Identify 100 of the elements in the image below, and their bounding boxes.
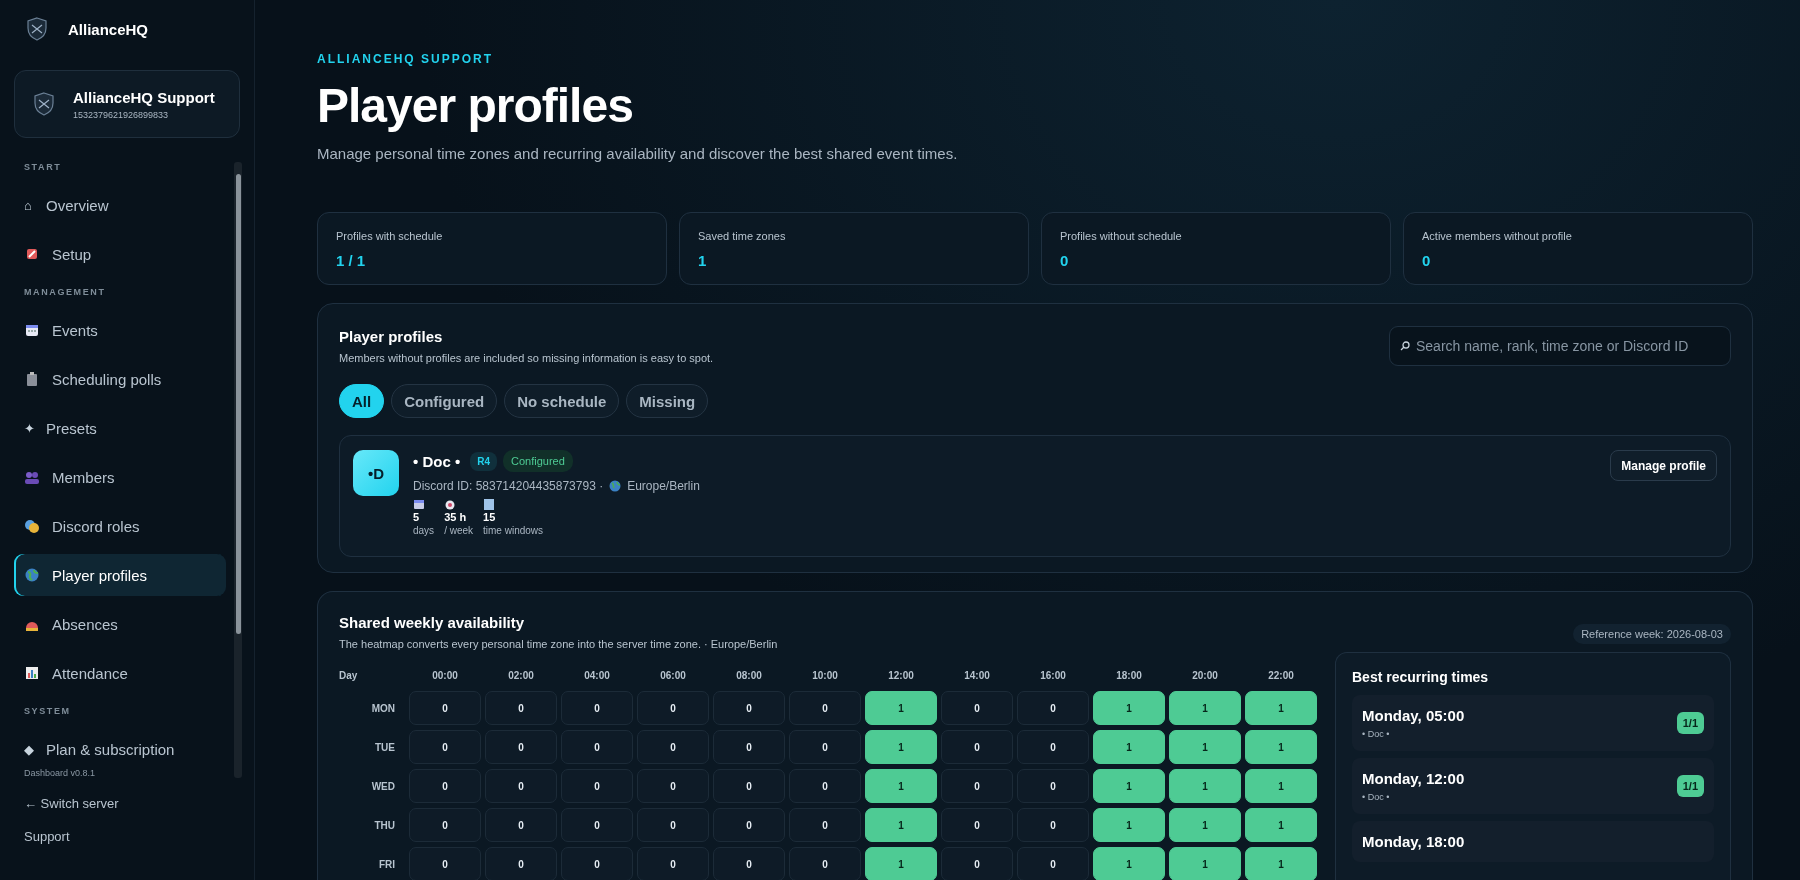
heatmap-cell[interactable]: 0 bbox=[637, 691, 709, 725]
heatmap-cell[interactable]: 1 bbox=[865, 808, 937, 842]
globe-icon bbox=[609, 480, 622, 492]
heatmap-cell[interactable]: 1 bbox=[1245, 808, 1317, 842]
heatmap-cell[interactable]: 0 bbox=[1017, 769, 1089, 803]
heatmap-cell[interactable]: 0 bbox=[637, 769, 709, 803]
nav-item[interactable]: ◆ Plan & subscription bbox=[14, 728, 226, 770]
nav-item[interactable]: ⌂ Overview bbox=[14, 184, 226, 226]
heatmap-cell[interactable]: 1 bbox=[1169, 847, 1241, 880]
heatmap-cell[interactable]: 1 bbox=[1093, 730, 1165, 764]
heatmap-cell[interactable]: 0 bbox=[789, 730, 861, 764]
heatmap-cell[interactable]: 0 bbox=[561, 808, 633, 842]
heatmap-cell[interactable]: 0 bbox=[485, 769, 557, 803]
heatmap-cell[interactable]: 1 bbox=[865, 847, 937, 880]
column-header: 12:00 bbox=[887, 670, 915, 683]
heatmap-cell[interactable]: 0 bbox=[941, 691, 1013, 725]
heatmap-cell[interactable]: 0 bbox=[713, 847, 785, 880]
nav-item[interactable]: Player profiles bbox=[14, 554, 226, 596]
stat-icon bbox=[483, 498, 496, 510]
nav-item[interactable]: Setup bbox=[14, 233, 226, 275]
sidebar-link[interactable]: Support bbox=[14, 829, 242, 844]
heatmap-cell[interactable]: 0 bbox=[789, 769, 861, 803]
nav-item[interactable]: Scheduling polls bbox=[14, 358, 226, 400]
heatmap-cell[interactable]: 0 bbox=[941, 847, 1013, 880]
section-label: START bbox=[24, 162, 63, 172]
heatmap-cell[interactable]: 0 bbox=[561, 847, 633, 880]
heatmap-cell[interactable]: 0 bbox=[1017, 808, 1089, 842]
heatmap-cell[interactable]: 0 bbox=[789, 847, 861, 880]
heatmap-cell[interactable]: 0 bbox=[485, 730, 557, 764]
stat-value: 35 h bbox=[444, 511, 467, 523]
heatmap-cell[interactable]: 1 bbox=[1245, 769, 1317, 803]
heatmap-cell[interactable]: 0 bbox=[409, 847, 481, 880]
heatmap-cell[interactable]: 1 bbox=[1245, 691, 1317, 725]
heatmap-cell[interactable]: 0 bbox=[409, 691, 481, 725]
heatmap-cell[interactable]: 1 bbox=[1245, 730, 1317, 764]
nav-item[interactable]: Absences bbox=[14, 603, 226, 645]
heatmap-cell[interactable]: 0 bbox=[485, 847, 557, 880]
nav-item[interactable]: Members bbox=[14, 456, 226, 498]
recurring-time-card[interactable]: Monday, 18:00 bbox=[1352, 821, 1714, 862]
heatmap-cell[interactable]: 0 bbox=[561, 730, 633, 764]
heatmap-cell[interactable]: 0 bbox=[941, 808, 1013, 842]
heatmap-cell[interactable]: 1 bbox=[1093, 691, 1165, 725]
manage-profile-button[interactable]: Manage profile bbox=[1610, 450, 1717, 481]
day-label: TUE bbox=[374, 741, 396, 753]
heatmap-cell[interactable]: 0 bbox=[637, 730, 709, 764]
recurring-time-card[interactable]: Monday, 12:00 • Doc • 1/1 bbox=[1352, 758, 1714, 814]
heatmap-cell[interactable]: 0 bbox=[1017, 847, 1089, 880]
panel-title: Player profiles bbox=[339, 328, 444, 345]
time-slot: Monday, 12:00 bbox=[1362, 770, 1465, 787]
heatmap-cell[interactable]: 0 bbox=[409, 769, 481, 803]
heatmap-cell[interactable]: 0 bbox=[561, 691, 633, 725]
filter-chip[interactable]: Configured bbox=[391, 384, 498, 418]
stat-value: 5 bbox=[413, 511, 420, 523]
heatmap-cell[interactable]: 1 bbox=[1169, 691, 1241, 725]
filter-chip[interactable]: All bbox=[339, 384, 385, 418]
heatmap-cell[interactable]: 0 bbox=[941, 769, 1013, 803]
filter-chip[interactable]: Missing bbox=[626, 384, 709, 418]
filter-chip[interactable]: No schedule bbox=[504, 384, 620, 418]
heatmap-cell[interactable]: 0 bbox=[409, 808, 481, 842]
heatmap-cell[interactable]: 0 bbox=[485, 808, 557, 842]
scrollbar[interactable] bbox=[234, 162, 242, 778]
heatmap-cell[interactable]: 1 bbox=[1169, 808, 1241, 842]
heatmap-cell[interactable]: 0 bbox=[713, 691, 785, 725]
heatmap-cell[interactable]: 1 bbox=[1169, 730, 1241, 764]
heatmap-cell[interactable]: 0 bbox=[789, 691, 861, 725]
search-field[interactable]: Search name, rank, time zone or Discord ID bbox=[1389, 326, 1731, 366]
nav-item[interactable]: Attendance bbox=[14, 652, 226, 694]
column-header: 16:00 bbox=[1039, 670, 1067, 683]
sidebar-link[interactable]: ← Switch server bbox=[14, 796, 242, 811]
heatmap-cell[interactable]: 1 bbox=[1169, 769, 1241, 803]
heatmap-cell[interactable]: 0 bbox=[409, 730, 481, 764]
heatmap-cell[interactable]: 0 bbox=[561, 769, 633, 803]
heatmap-cell[interactable]: 0 bbox=[713, 730, 785, 764]
brand-name: AllianceHQ bbox=[68, 20, 149, 38]
heatmap-cell[interactable]: 0 bbox=[713, 808, 785, 842]
heatmap-cell[interactable]: 1 bbox=[865, 691, 937, 725]
heatmap-cell[interactable]: 1 bbox=[1093, 808, 1165, 842]
heatmap-cell[interactable]: 1 bbox=[1245, 847, 1317, 880]
heatmap-cell[interactable]: 1 bbox=[1093, 847, 1165, 880]
heatmap-cell[interactable]: 1 bbox=[1093, 769, 1165, 803]
recurring-time-card[interactable]: Monday, 05:00 • Doc • 1/1 bbox=[1352, 695, 1714, 751]
heatmap-cell[interactable]: 0 bbox=[1017, 691, 1089, 725]
server-card[interactable]: AllianceHQ Support 1532379621926899833 bbox=[14, 70, 240, 138]
heatmap-cell[interactable]: 0 bbox=[713, 769, 785, 803]
nav-item[interactable]: Discord roles bbox=[14, 505, 226, 547]
heatmap-cell[interactable]: 0 bbox=[637, 847, 709, 880]
nav-item[interactable]: ✦ Presets bbox=[14, 407, 226, 449]
panel-subtitle: Members without profiles are included so missing information is easy to spot. bbox=[339, 352, 714, 364]
heatmap-cell[interactable]: 0 bbox=[485, 691, 557, 725]
time-slot: Monday, 05:00 bbox=[1362, 707, 1465, 724]
player-name: • Doc • bbox=[413, 452, 461, 470]
page-title: Player profiles bbox=[317, 78, 634, 133]
nav-item[interactable]: Events bbox=[14, 309, 226, 351]
heatmap-cell[interactable]: 1 bbox=[865, 769, 937, 803]
heatmap-cell[interactable]: 0 bbox=[1017, 730, 1089, 764]
heatmap-cell[interactable]: 0 bbox=[637, 808, 709, 842]
heatmap-cell[interactable]: 0 bbox=[789, 808, 861, 842]
heatmap-cell[interactable]: 0 bbox=[941, 730, 1013, 764]
column-header: 04:00 bbox=[583, 670, 611, 683]
heatmap-cell[interactable]: 1 bbox=[865, 730, 937, 764]
